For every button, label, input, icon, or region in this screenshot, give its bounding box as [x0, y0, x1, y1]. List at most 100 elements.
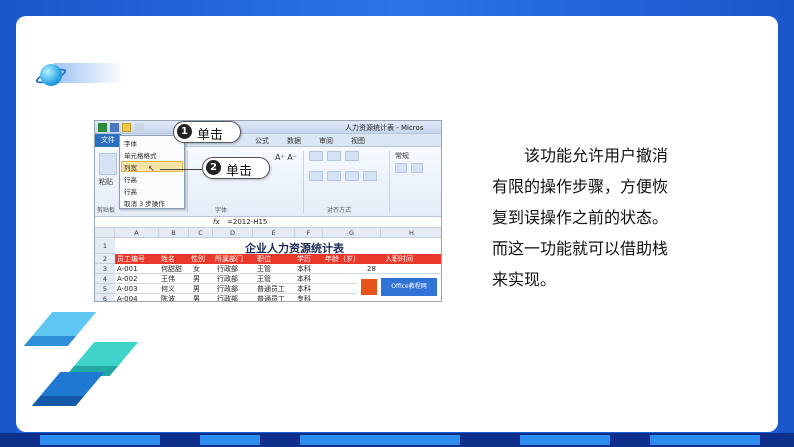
paragraph-line: 该功能允许用户撤消 — [524, 146, 669, 165]
table-cell[interactable]: 普通员工 — [257, 284, 285, 294]
table-cell[interactable]: 男 — [193, 274, 200, 284]
table-header-cell[interactable]: 学历 — [297, 254, 311, 264]
table-cell[interactable]: 女 — [193, 264, 200, 274]
column-header[interactable]: H — [381, 228, 441, 238]
table-cell[interactable]: 28 — [367, 264, 376, 274]
table-header-cell[interactable]: 入职时间 — [385, 254, 413, 264]
merge-icon[interactable] — [363, 171, 377, 181]
file-tab[interactable]: 文件 — [95, 134, 121, 147]
table-cell[interactable]: 专科 — [297, 294, 311, 301]
align-center-icon[interactable] — [327, 171, 341, 181]
table-header-cell[interactable]: 所属部门 — [215, 254, 243, 264]
table-cell[interactable]: 行政部 — [217, 264, 238, 274]
font-size-grow-icon[interactable]: A⁺ A⁻ — [275, 153, 297, 162]
callout-step-1: 1 单击 — [173, 121, 241, 143]
undo-item[interactable]: 行高 — [124, 174, 137, 184]
save-icon[interactable] — [110, 123, 119, 132]
table-cell[interactable]: 陈波 — [161, 294, 175, 301]
redo-icon[interactable] — [135, 123, 144, 132]
frame-bar — [520, 435, 610, 445]
table-header-cell[interactable]: 性别 — [191, 254, 205, 264]
table-cell[interactable]: 行政部 — [217, 294, 238, 301]
paragraph-line: 有限的操作步骤，方便恢 — [492, 177, 669, 196]
row-header[interactable]: 4 — [95, 274, 115, 284]
row-header[interactable]: 5 — [95, 284, 115, 294]
percent-icon[interactable] — [411, 163, 423, 173]
cube-decoration — [31, 372, 105, 406]
table-cell[interactable]: 本科 — [297, 284, 311, 294]
table-cell[interactable]: 王管 — [257, 274, 271, 284]
cursor-icon: ↖ — [148, 164, 155, 173]
corner-cell[interactable] — [95, 228, 115, 238]
align-bottom-icon[interactable] — [345, 151, 359, 161]
table-header-cell[interactable]: 年龄（岁） — [325, 254, 360, 264]
frame-right — [778, 0, 794, 447]
table-cell[interactable]: A-003 — [117, 284, 138, 294]
table-cell[interactable]: 王伟 — [161, 274, 175, 284]
align-middle-icon[interactable] — [327, 151, 341, 161]
ribbon-separator — [389, 151, 390, 213]
tab-formulas[interactable]: 公式 — [255, 136, 269, 146]
column-header[interactable]: D — [213, 228, 253, 238]
row-header[interactable]: 1 — [95, 238, 115, 254]
frame-bar — [300, 435, 460, 445]
step-number: 1 — [177, 124, 192, 139]
formula-input[interactable]: =2012-H15 — [227, 218, 267, 226]
table-cell[interactable]: 王管 — [257, 264, 271, 274]
align-top-icon[interactable] — [309, 151, 323, 161]
undo-icon[interactable] — [122, 123, 131, 132]
undo-item[interactable]: 行高 — [124, 186, 137, 196]
align-left-icon[interactable] — [309, 171, 323, 181]
column-header[interactable]: B — [159, 228, 189, 238]
undo-item[interactable]: 列宽 — [124, 162, 137, 172]
table-cell[interactable]: 本科 — [297, 274, 311, 284]
table-cell[interactable]: A-002 — [117, 274, 138, 284]
table-cell[interactable]: 何甜甜 — [161, 264, 182, 274]
table-cell[interactable]: A-001 — [117, 264, 138, 274]
table-header-cell[interactable]: 职位 — [257, 254, 271, 264]
number-format-label[interactable]: 常规 — [395, 151, 409, 161]
description-paragraph: 该功能允许用户撤消 有限的操作步骤，方便恢 复到误操作之前的状态。 而这一功能就… — [492, 140, 692, 295]
tab-data[interactable]: 数据 — [287, 136, 301, 146]
window-title: 人力资源统计表 - Micros — [345, 124, 424, 132]
currency-icon[interactable] — [395, 163, 407, 173]
column-header[interactable]: C — [189, 228, 213, 238]
row-header[interactable]: 6 — [95, 294, 115, 301]
table-cell[interactable]: 男 — [193, 284, 200, 294]
undo-item[interactable]: 字体 — [124, 138, 137, 148]
watermark-logo: Office教程网 — [357, 275, 441, 299]
frame-bottom — [0, 433, 794, 447]
table-cell[interactable]: 行政部 — [217, 284, 238, 294]
table-cell[interactable]: A-004 — [117, 294, 138, 301]
table-cell[interactable]: 普通员工 — [257, 294, 285, 301]
alignment-group-label: 对齐方式 — [327, 207, 352, 214]
table-cell[interactable]: 男 — [193, 294, 200, 301]
table-cell[interactable]: 行政部 — [217, 274, 238, 284]
column-header[interactable]: F — [295, 228, 323, 238]
table-header-cell[interactable]: 员工编号 — [117, 254, 145, 264]
align-right-icon[interactable] — [345, 171, 359, 181]
table-cell[interactable]: 何义 — [161, 284, 175, 294]
column-header[interactable]: G — [323, 228, 381, 238]
cube-decoration — [23, 312, 97, 346]
tab-view[interactable]: 视图 — [351, 136, 365, 146]
excel-logo-icon — [98, 123, 107, 132]
row-header[interactable]: 3 — [95, 264, 115, 274]
fx-icon[interactable]: fx — [213, 218, 220, 226]
paragraph-line: 来实现。 — [492, 270, 557, 289]
tab-review[interactable]: 审阅 — [319, 136, 333, 146]
step-number: 2 — [206, 160, 221, 175]
row-header[interactable]: 2 — [95, 254, 115, 264]
paragraph-line: 复到误操作之前的状态。 — [492, 208, 669, 227]
cube-decoration — [65, 342, 139, 376]
column-header[interactable]: E — [253, 228, 295, 238]
excel-screenshot: 人力资源统计表 - Micros 公式 数据 审阅 视图 文件 粘贴 剪贴板 A… — [94, 120, 442, 302]
table-header-cell[interactable]: 姓名 — [161, 254, 175, 264]
table-cell[interactable]: 本科 — [297, 264, 311, 274]
column-header[interactable]: A — [115, 228, 159, 238]
undo-count-label: 取消 3 步操作 — [124, 200, 165, 208]
paste-icon[interactable] — [99, 153, 117, 175]
paragraph-line: 而这一功能就可以借助栈 — [492, 239, 669, 258]
formula-bar: fx =2012-H15 — [95, 217, 441, 228]
undo-item[interactable]: 单元格格式 — [124, 150, 157, 160]
